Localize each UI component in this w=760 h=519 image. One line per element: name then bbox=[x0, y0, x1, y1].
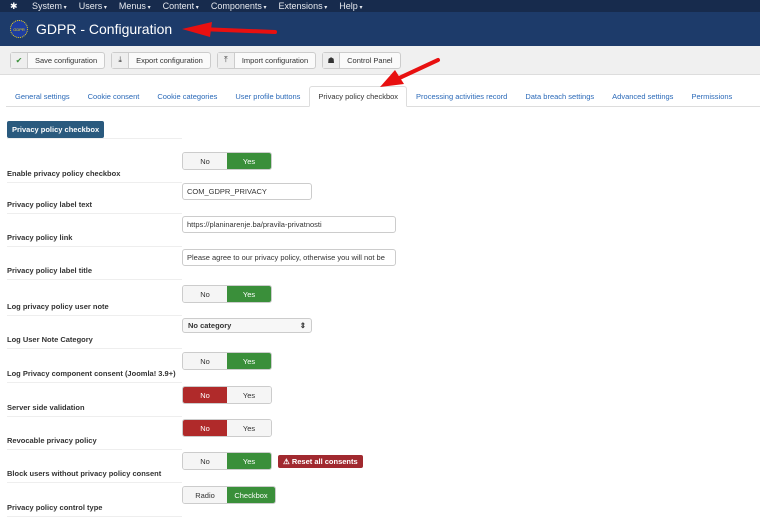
control-panel-button[interactable]: ☗ Control Panel bbox=[322, 51, 401, 69]
export-configuration-button[interactable]: ⤓ Export configuration bbox=[111, 51, 211, 69]
field-enable-privacy-checkbox: Enable privacy policy checkbox No Yes bbox=[7, 152, 707, 185]
joomla-logo-icon[interactable]: ✱ bbox=[10, 1, 22, 12]
tab-processing-activities-record[interactable]: Processing activities record bbox=[407, 86, 516, 106]
upload-icon: ⤒ bbox=[217, 52, 235, 68]
field-log-user-note: Log privacy policy user note No Yes bbox=[7, 285, 707, 318]
privacy-link-input[interactable]: https://planinarenje.ba/pravila-privatno… bbox=[182, 216, 396, 233]
gdpr-logo-icon: GDPR bbox=[10, 20, 28, 38]
enable-privacy-checkbox-toggle[interactable]: No Yes bbox=[182, 152, 272, 170]
check-icon: ✔ bbox=[11, 52, 28, 68]
tab-permissions[interactable]: Permissions bbox=[682, 86, 741, 106]
option-yes[interactable]: Yes bbox=[227, 153, 271, 169]
field-label: Privacy policy control type bbox=[7, 503, 182, 517]
field-control-type: Privacy policy control type Radio Checkbo… bbox=[7, 486, 707, 519]
server-side-validation-toggle[interactable]: No Yes bbox=[182, 386, 272, 404]
tab-bar: General settings Cookie consent Cookie c… bbox=[6, 86, 760, 107]
menu-system[interactable]: System bbox=[32, 1, 67, 11]
field-label: Privacy policy label text bbox=[7, 200, 182, 214]
option-checkbox[interactable]: Checkbox bbox=[227, 487, 275, 503]
option-no[interactable]: No bbox=[183, 286, 227, 302]
toolbar: ✔ Save configuration ⤓ Export configuratio… bbox=[0, 46, 760, 75]
field-label-text: Privacy policy label text COM_GDPR_PRIVA… bbox=[7, 183, 707, 216]
field-label-title: Privacy policy label title Please agree … bbox=[7, 249, 707, 282]
option-no[interactable]: No bbox=[183, 453, 227, 469]
field-log-privacy-consent: Log Privacy component consent (Joomla! 3… bbox=[7, 352, 707, 385]
field-label: Block users without privacy policy conse… bbox=[7, 469, 182, 483]
field-label: Log Privacy component consent (Joomla! 3… bbox=[7, 369, 182, 383]
field-revocable-privacy-policy: Revocable privacy policy No Yes bbox=[7, 419, 707, 452]
select-arrows-icon: ⇕ bbox=[299, 321, 306, 330]
label-title-input[interactable]: Please agree to our privacy policy, othe… bbox=[182, 249, 396, 266]
warning-icon: ⚠ bbox=[283, 456, 292, 466]
save-configuration-button[interactable]: ✔ Save configuration bbox=[10, 51, 106, 69]
tab-data-breach-settings[interactable]: Data breach settings bbox=[516, 86, 603, 106]
section-heading: Privacy policy checkbox bbox=[7, 121, 105, 138]
tab-privacy-policy-checkbox[interactable]: Privacy policy checkbox bbox=[309, 86, 408, 107]
field-label: Privacy policy link bbox=[7, 233, 182, 247]
menu-help[interactable]: Help bbox=[339, 1, 362, 11]
field-label: Log privacy policy user note bbox=[7, 302, 182, 316]
option-no[interactable]: No bbox=[183, 420, 227, 436]
menu-extensions[interactable]: Extensions bbox=[279, 1, 328, 11]
user-note-category-select[interactable]: No category ⇕ bbox=[182, 318, 312, 333]
field-label: Revocable privacy policy bbox=[7, 436, 182, 450]
option-yes[interactable]: Yes bbox=[227, 453, 271, 469]
menu-content[interactable]: Content bbox=[163, 1, 199, 11]
log-privacy-consent-toggle[interactable]: No Yes bbox=[182, 352, 272, 370]
import-configuration-button[interactable]: ⤒ Import configuration bbox=[216, 51, 317, 69]
selected-value: No category bbox=[188, 321, 232, 330]
download-icon: ⤓ bbox=[112, 52, 130, 68]
option-no[interactable]: No bbox=[183, 153, 227, 169]
option-radio[interactable]: Radio bbox=[183, 487, 227, 503]
revocable-privacy-policy-toggle[interactable]: No Yes bbox=[182, 419, 272, 437]
field-label: Log User Note Category bbox=[7, 335, 182, 349]
tab-cookie-consent[interactable]: Cookie consent bbox=[79, 86, 149, 106]
control-type-toggle[interactable]: Radio Checkbox bbox=[182, 486, 276, 504]
option-yes[interactable]: Yes bbox=[227, 286, 271, 302]
divider bbox=[7, 138, 182, 139]
field-block-users: Block users without privacy policy conse… bbox=[7, 452, 707, 485]
log-user-note-toggle[interactable]: No Yes bbox=[182, 285, 272, 303]
block-users-toggle[interactable]: No Yes bbox=[182, 452, 272, 470]
field-privacy-link: Privacy policy link https://planinarenje… bbox=[7, 216, 707, 249]
menu-users[interactable]: Users bbox=[79, 1, 107, 11]
field-label: Server side validation bbox=[7, 403, 182, 417]
field-user-note-category: Log User Note Category No category ⇕ bbox=[7, 318, 707, 351]
top-menu-bar: ✱ System Users Menus Content Components … bbox=[0, 0, 760, 12]
option-no[interactable]: No bbox=[183, 387, 227, 403]
page-title: GDPR - Configuration bbox=[36, 21, 173, 37]
tab-general-settings[interactable]: General settings bbox=[6, 86, 79, 106]
label-text-input[interactable]: COM_GDPR_PRIVACY bbox=[182, 183, 312, 200]
tab-advanced-settings[interactable]: Advanced settings bbox=[603, 86, 682, 106]
home-icon: ☗ bbox=[323, 52, 341, 68]
menu-components[interactable]: Components bbox=[211, 1, 267, 11]
page-header: GDPR GDPR - Configuration bbox=[0, 12, 760, 46]
option-yes[interactable]: Yes bbox=[227, 420, 271, 436]
option-no[interactable]: No bbox=[183, 353, 227, 369]
field-server-side-validation: Server side validation No Yes bbox=[7, 386, 707, 419]
reset-all-consents-button[interactable]: ⚠ Reset all consents bbox=[278, 454, 363, 468]
field-label: Enable privacy policy checkbox bbox=[7, 169, 182, 183]
field-label: Privacy policy label title bbox=[7, 266, 182, 280]
option-yes[interactable]: Yes bbox=[227, 353, 271, 369]
tab-user-profile-buttons[interactable]: User profile buttons bbox=[226, 86, 309, 106]
menu-menus[interactable]: Menus bbox=[119, 1, 151, 11]
tab-cookie-categories[interactable]: Cookie categories bbox=[148, 86, 226, 106]
option-yes[interactable]: Yes bbox=[227, 387, 271, 403]
